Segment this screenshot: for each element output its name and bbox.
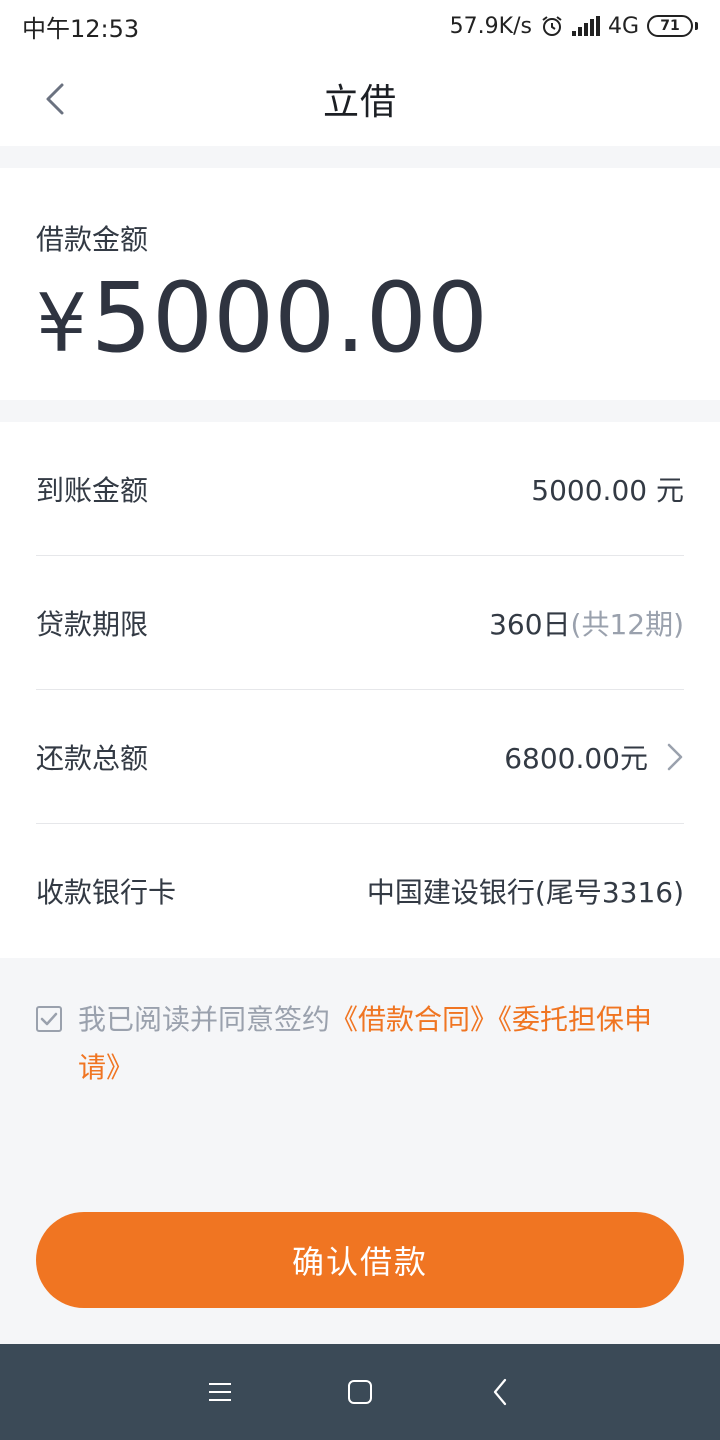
back-icon	[493, 1378, 507, 1406]
loan-term-periods: (共12期)	[570, 607, 684, 641]
status-time: 中午12:53	[22, 14, 140, 43]
loan-amount-label: 借款金额	[36, 223, 149, 256]
bank-card-row: 收款银行卡 中国建设银行(尾号3316)	[36, 824, 684, 958]
chevron-left-icon	[46, 83, 64, 115]
detail-label: 贷款期限	[36, 607, 149, 641]
detail-label: 到账金额	[36, 473, 149, 507]
total-repayment-row[interactable]: 还款总额 6800.00元	[36, 690, 684, 824]
menu-icon	[209, 1383, 231, 1401]
loan-amount-card: 借款金额 ¥ 5000.00	[0, 168, 720, 400]
loan-term-row: 贷款期限 360日 (共12期)	[36, 556, 684, 690]
detail-label: 还款总额	[36, 741, 149, 775]
agreement: 我已阅读并同意签约《借款合同》《委托担保申请》	[36, 996, 684, 1092]
detail-value: 5000.00 元	[531, 469, 684, 509]
home-icon	[348, 1380, 372, 1404]
loan-amount-value: 5000.00	[90, 262, 488, 374]
status-indicators: 57.9K/s 4G 71	[450, 14, 698, 39]
chevron-right-icon	[666, 742, 684, 772]
battery-icon: 71	[647, 15, 693, 37]
agreement-checkbox[interactable]	[36, 1006, 62, 1032]
network-type: 4G	[607, 13, 639, 39]
total-repayment-value: 6800.00元	[504, 741, 648, 775]
net-speed: 57.9K/s	[449, 13, 532, 39]
currency-symbol: ¥	[36, 277, 87, 370]
loan-term-value: 360日	[489, 607, 571, 641]
agreement-statement: 我已阅读并同意签约	[78, 1003, 331, 1036]
home-button[interactable]	[330, 1362, 390, 1422]
detail-value: 6800.00元	[504, 737, 684, 777]
agreement-text: 我已阅读并同意签约《借款合同》《委托担保申请》	[78, 996, 684, 1092]
confirm-loan-button[interactable]: 确认借款	[36, 1212, 684, 1308]
signal-icon	[571, 16, 600, 36]
loan-details-list: 到账金额 5000.00 元 贷款期限 360日 (共12期) 还款总额 6800…	[0, 422, 720, 958]
bank-card-value: 中国建设银行(尾号3316)	[366, 876, 684, 909]
battery-tip	[695, 22, 698, 30]
received-amount-row: 到账金额 5000.00 元	[36, 422, 684, 556]
loan-amount: ¥ 5000.00	[36, 262, 684, 374]
system-back-button[interactable]	[470, 1362, 530, 1422]
detail-value: 中国建设银行(尾号3316)	[367, 871, 684, 911]
system-nav-bar	[0, 1344, 720, 1440]
detail-label: 收款银行卡	[36, 876, 177, 909]
checkmark-icon	[40, 1012, 58, 1026]
detail-value: 360日 (共12期)	[489, 603, 684, 643]
menu-button[interactable]	[190, 1362, 250, 1422]
back-button[interactable]	[30, 74, 80, 124]
battery-level: 71	[660, 18, 680, 34]
loan-contract-link[interactable]: 《借款合同》	[330, 1003, 498, 1036]
alarm-icon	[540, 14, 564, 38]
header: 立借	[0, 52, 720, 146]
status-bar: 中午12:53 57.9K/s 4G 71	[0, 0, 720, 52]
page-title: 立借	[322, 82, 397, 123]
received-amount-value: 5000.00 元	[531, 473, 684, 507]
